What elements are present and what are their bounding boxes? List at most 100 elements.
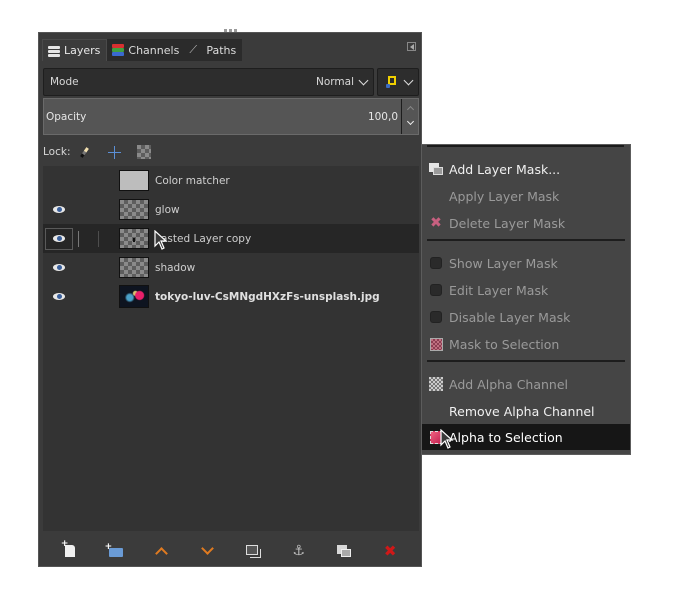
arrow-up-icon bbox=[155, 547, 168, 560]
blank-icon bbox=[429, 404, 443, 418]
menu-item-apply-layer-mask[interactable]: Apply Layer Mask bbox=[422, 183, 630, 209]
blank-icon bbox=[429, 189, 443, 203]
menu-item-label: Edit Layer Mask bbox=[449, 282, 549, 298]
add-mask-button[interactable] bbox=[333, 540, 355, 562]
composite-mode-button[interactable] bbox=[377, 68, 419, 96]
layer-row[interactable]: tokyo-luv-CsMNgdHXzFs-unsplash.jpg bbox=[43, 282, 419, 311]
checkbox-icon bbox=[429, 310, 443, 324]
anchor-icon: ⚓ bbox=[292, 543, 305, 559]
menu-item-label: Add Alpha Channel bbox=[449, 376, 569, 392]
dock-grip-handle[interactable] bbox=[223, 29, 237, 33]
menu-item-add-layer-mask[interactable]: Add Layer Mask... bbox=[422, 156, 630, 182]
tab-label: Layers bbox=[64, 44, 101, 57]
chain-toggle[interactable] bbox=[73, 228, 93, 250]
paths-icon: ⟋ bbox=[189, 43, 198, 56]
move-icon bbox=[107, 145, 121, 159]
menu-item-delete-layer-mask[interactable]: ✖ Delete Layer Mask bbox=[422, 210, 630, 236]
chain-toggle-2[interactable] bbox=[93, 199, 117, 221]
visibility-toggle[interactable] bbox=[45, 170, 73, 192]
lock-label: Lock: bbox=[43, 146, 71, 158]
menu-separator bbox=[427, 360, 625, 362]
spin-down-icon[interactable] bbox=[406, 118, 414, 126]
layer-thumbnail bbox=[119, 228, 149, 249]
layer-name: glow bbox=[155, 203, 180, 216]
mode-select[interactable]: Mode Normal bbox=[43, 68, 374, 96]
spin-up-icon[interactable] bbox=[406, 105, 414, 113]
tab-label: Channels bbox=[128, 43, 180, 57]
chevron-down-icon bbox=[358, 75, 369, 85]
chain-toggle[interactable] bbox=[73, 170, 93, 192]
menu-item-label: Delete Layer Mask bbox=[449, 215, 566, 231]
layer-row[interactable]: glow bbox=[43, 195, 419, 224]
lock-pixels-button[interactable] bbox=[76, 144, 92, 160]
visibility-toggle[interactable] bbox=[45, 199, 73, 221]
mode-value: Normal bbox=[316, 76, 354, 88]
new-layer-icon: + bbox=[61, 540, 75, 557]
lower-layer-button[interactable] bbox=[196, 540, 218, 562]
menu-item-label: Remove Alpha Channel bbox=[449, 403, 595, 419]
layer-name: Color matcher bbox=[155, 174, 230, 187]
checkbox-icon bbox=[429, 283, 443, 297]
duplicate-icon bbox=[245, 544, 261, 558]
menu-item-mask-to-selection[interactable]: Mask to Selection bbox=[422, 331, 630, 357]
chain-toggle[interactable] bbox=[73, 257, 93, 279]
layer-name: shadow bbox=[155, 261, 196, 274]
new-layer-group-button[interactable]: + bbox=[105, 540, 127, 562]
chain-toggle-2[interactable] bbox=[93, 228, 117, 250]
menu-separator bbox=[427, 239, 625, 241]
visibility-toggle[interactable] bbox=[45, 227, 73, 250]
menu-item-show-layer-mask[interactable]: Show Layer Mask bbox=[422, 250, 630, 276]
raise-layer-button[interactable] bbox=[150, 540, 172, 562]
layer-name: asted Layer copy bbox=[161, 232, 252, 245]
duplicate-layer-button[interactable] bbox=[242, 540, 264, 562]
lock-row: Lock: bbox=[43, 143, 166, 161]
layer-row[interactable]: Color matcher bbox=[43, 166, 419, 195]
dock-menu-button[interactable] bbox=[407, 42, 416, 51]
layer-row-selected[interactable]: asted Layer copy bbox=[43, 224, 419, 253]
layer-thumbnail bbox=[119, 257, 149, 278]
dock-tabs: Layers Channels ⟋ Paths bbox=[42, 39, 243, 61]
lock-alpha-button[interactable] bbox=[136, 144, 152, 160]
layers-dock: Layers Channels ⟋ Paths Mode Normal Opac… bbox=[38, 29, 422, 567]
opacity-spinscale[interactable]: Opacity 100,0 bbox=[43, 98, 419, 135]
menu-item-alpha-to-selection[interactable]: Alpha to Selection bbox=[422, 424, 630, 450]
menu-item-add-alpha-channel[interactable]: Add Alpha Channel bbox=[422, 371, 630, 397]
menu-separator bbox=[427, 145, 624, 147]
paintbrush-icon bbox=[80, 146, 89, 158]
layer-list: Color matcher glow asted Layer copy shad… bbox=[43, 166, 419, 531]
menu-item-label: Apply Layer Mask bbox=[449, 188, 560, 204]
chain-toggle[interactable] bbox=[73, 199, 93, 221]
layer-name: tokyo-luv-CsMNgdHXzFs-unsplash.jpg bbox=[155, 290, 380, 303]
eye-icon bbox=[53, 206, 65, 213]
tab-paths[interactable]: ⟋ Paths bbox=[185, 39, 243, 61]
menu-item-remove-alpha-channel[interactable]: Remove Alpha Channel bbox=[422, 398, 630, 424]
tab-layers[interactable]: Layers bbox=[42, 39, 108, 61]
visibility-toggle[interactable] bbox=[45, 257, 73, 279]
menu-item-label: Show Layer Mask bbox=[449, 255, 558, 271]
chain-toggle-2[interactable] bbox=[93, 170, 117, 192]
delete-icon: ✖ bbox=[383, 541, 397, 560]
tab-channels[interactable]: Channels bbox=[107, 39, 186, 61]
new-layer-button[interactable]: + bbox=[59, 540, 81, 562]
menu-item-label: Alpha to Selection bbox=[449, 429, 563, 445]
lock-position-button[interactable] bbox=[106, 144, 122, 160]
menu-item-disable-layer-mask[interactable]: Disable Layer Mask bbox=[422, 304, 630, 330]
layer-thumbnail bbox=[119, 170, 149, 191]
visibility-toggle[interactable] bbox=[45, 286, 73, 308]
layer-thumbnail bbox=[119, 199, 149, 220]
chain-toggle-2[interactable] bbox=[93, 257, 117, 279]
eye-icon bbox=[53, 235, 65, 242]
arrow-down-icon bbox=[200, 542, 214, 555]
chain-toggle-2[interactable] bbox=[93, 286, 117, 308]
add-alpha-icon bbox=[429, 377, 443, 391]
layer-row[interactable]: shadow bbox=[43, 253, 419, 282]
chain-toggle[interactable] bbox=[73, 286, 93, 308]
menu-item-edit-layer-mask[interactable]: Edit Layer Mask bbox=[422, 277, 630, 303]
layers-icon bbox=[47, 45, 61, 57]
opacity-spin-buttons[interactable] bbox=[401, 99, 418, 134]
delete-layer-button[interactable]: ✖ bbox=[379, 540, 401, 562]
new-group-icon: + bbox=[105, 543, 123, 557]
mode-label: Mode bbox=[50, 76, 79, 88]
opacity-slider[interactable]: Opacity 100,0 bbox=[44, 99, 401, 134]
anchor-layer-button[interactable]: ⚓ bbox=[288, 540, 310, 562]
